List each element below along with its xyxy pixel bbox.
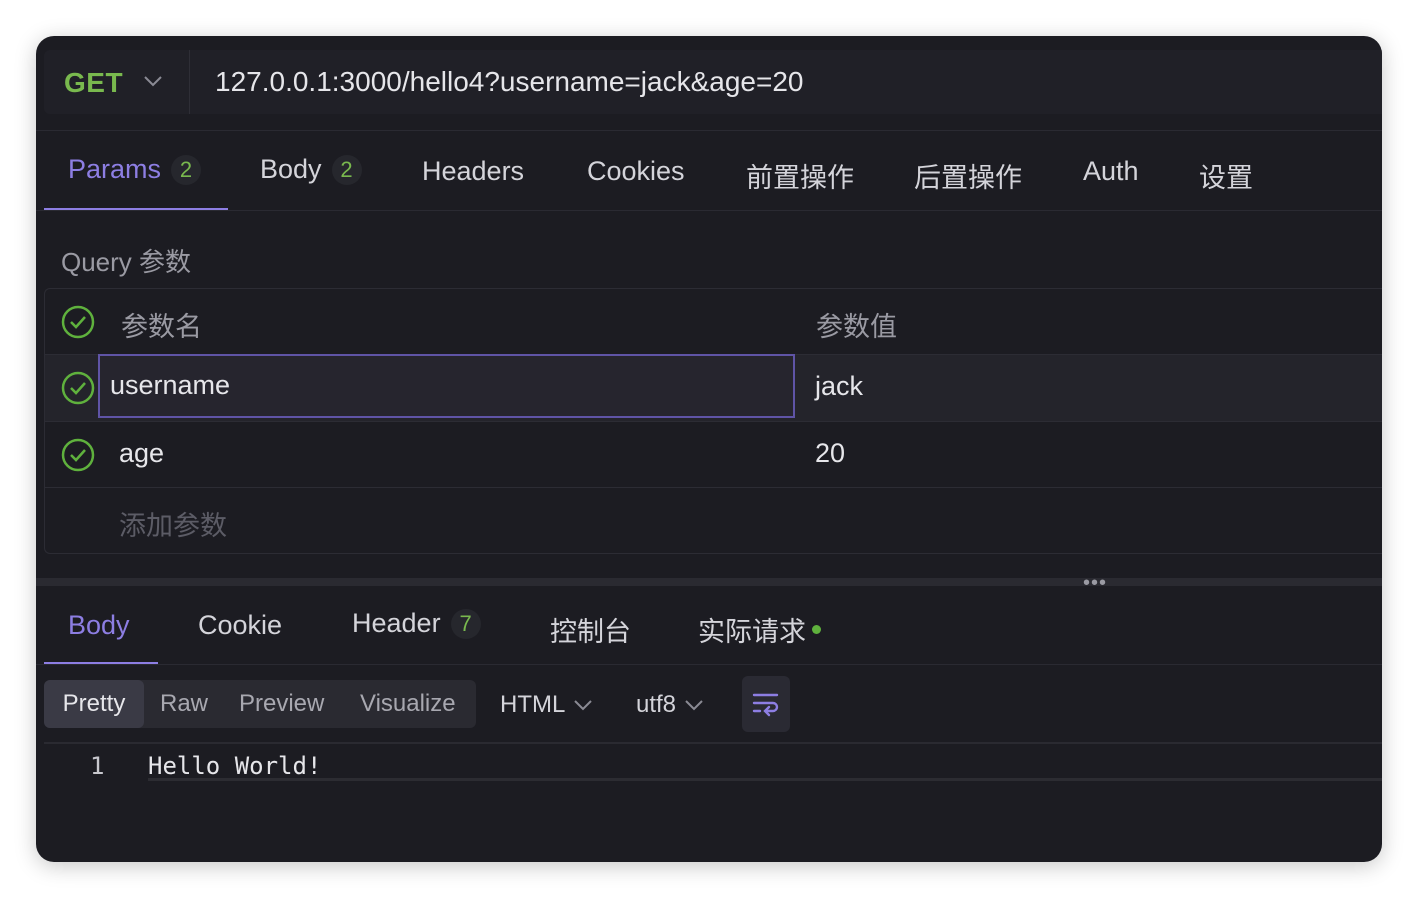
chevron-down-icon	[574, 700, 593, 711]
method-select[interactable]: GET	[44, 50, 190, 114]
tab-post-request[interactable]: 后置操作	[914, 156, 1022, 195]
table-row: age 20	[45, 422, 1382, 488]
divider	[36, 664, 1382, 665]
tab-headers[interactable]: Headers	[422, 156, 524, 187]
header-param-name: 参数名	[121, 312, 202, 342]
query-section-label: Query 参数	[61, 247, 192, 277]
view-visualize-button[interactable]: Visualize	[360, 680, 456, 728]
active-line-highlight	[148, 744, 1382, 781]
status-dot-icon	[812, 625, 821, 634]
pane-splitter[interactable]	[36, 578, 1382, 586]
url-bar: GET 127.0.0.1:3000/hello4?username=jack&…	[44, 50, 1382, 114]
tab-response-body[interactable]: Body	[68, 610, 130, 641]
divider	[36, 210, 1382, 211]
header-param-value: 参数值	[816, 312, 897, 342]
table-header-row: 参数名 参数值	[45, 289, 1382, 355]
format-select[interactable]: HTML	[500, 691, 593, 719]
encoding-select-value: utf8	[636, 691, 677, 718]
tab-settings[interactable]: 设置	[1199, 156, 1253, 195]
format-select-value: HTML	[500, 691, 566, 718]
tab-label: Header	[352, 608, 441, 638]
word-wrap-button[interactable]	[742, 676, 790, 732]
tab-label: 实际请求	[698, 617, 806, 647]
line-number: 1	[90, 752, 105, 780]
params-table: 参数名 参数值 jack age 20 添加参数	[44, 288, 1382, 554]
chevron-down-icon	[685, 700, 703, 711]
chevron-down-icon	[144, 76, 162, 87]
view-mode-segmented: Pretty Raw Preview Visualize	[44, 680, 476, 728]
header-count-badge: 7	[450, 608, 481, 639]
check-all-icon[interactable]	[61, 305, 95, 339]
tab-label: Body	[260, 154, 322, 184]
api-client-window: GET 127.0.0.1:3000/hello4?username=jack&…	[36, 36, 1382, 862]
body-count-badge: 2	[331, 154, 362, 185]
url-input[interactable]: 127.0.0.1:3000/hello4?username=jack&age=…	[215, 66, 803, 98]
splitter-handle-icon[interactable]: •••	[1083, 572, 1107, 595]
view-pretty-button[interactable]: Pretty	[44, 680, 144, 728]
add-param-row[interactable]: 添加参数	[45, 488, 1382, 554]
view-raw-button[interactable]: Raw	[160, 680, 208, 728]
tab-actual-request[interactable]: 实际请求	[698, 610, 821, 649]
param-value-cell[interactable]: jack	[815, 371, 863, 402]
wrap-lines-icon	[752, 693, 779, 717]
code-line: Hello World!	[148, 752, 322, 780]
param-name-cell[interactable]: age	[119, 438, 164, 469]
method-label: GET	[64, 67, 124, 98]
tab-label: Params	[68, 154, 162, 184]
add-param-placeholder: 添加参数	[119, 511, 227, 541]
divider	[36, 130, 1382, 131]
encoding-select[interactable]: utf8	[636, 691, 704, 719]
tab-body[interactable]: Body 2	[260, 154, 362, 185]
param-value-cell[interactable]: 20	[815, 438, 845, 469]
tab-auth[interactable]: Auth	[1083, 156, 1139, 187]
tab-console[interactable]: 控制台	[550, 610, 631, 649]
params-count-badge: 2	[171, 154, 202, 185]
tab-cookies[interactable]: Cookies	[587, 156, 685, 187]
view-preview-button[interactable]: Preview	[239, 680, 324, 728]
tab-pre-request[interactable]: 前置操作	[746, 156, 854, 195]
check-icon[interactable]	[61, 438, 95, 472]
tab-params[interactable]: Params 2	[68, 154, 202, 185]
param-name-input-focused[interactable]: username	[98, 354, 795, 418]
tab-response-cookie[interactable]: Cookie	[198, 610, 282, 641]
response-editor[interactable]: 1 Hello World!	[44, 742, 1382, 862]
tab-response-header[interactable]: Header 7	[352, 608, 481, 639]
check-icon[interactable]	[61, 371, 95, 405]
param-name-text: username	[110, 370, 231, 400]
